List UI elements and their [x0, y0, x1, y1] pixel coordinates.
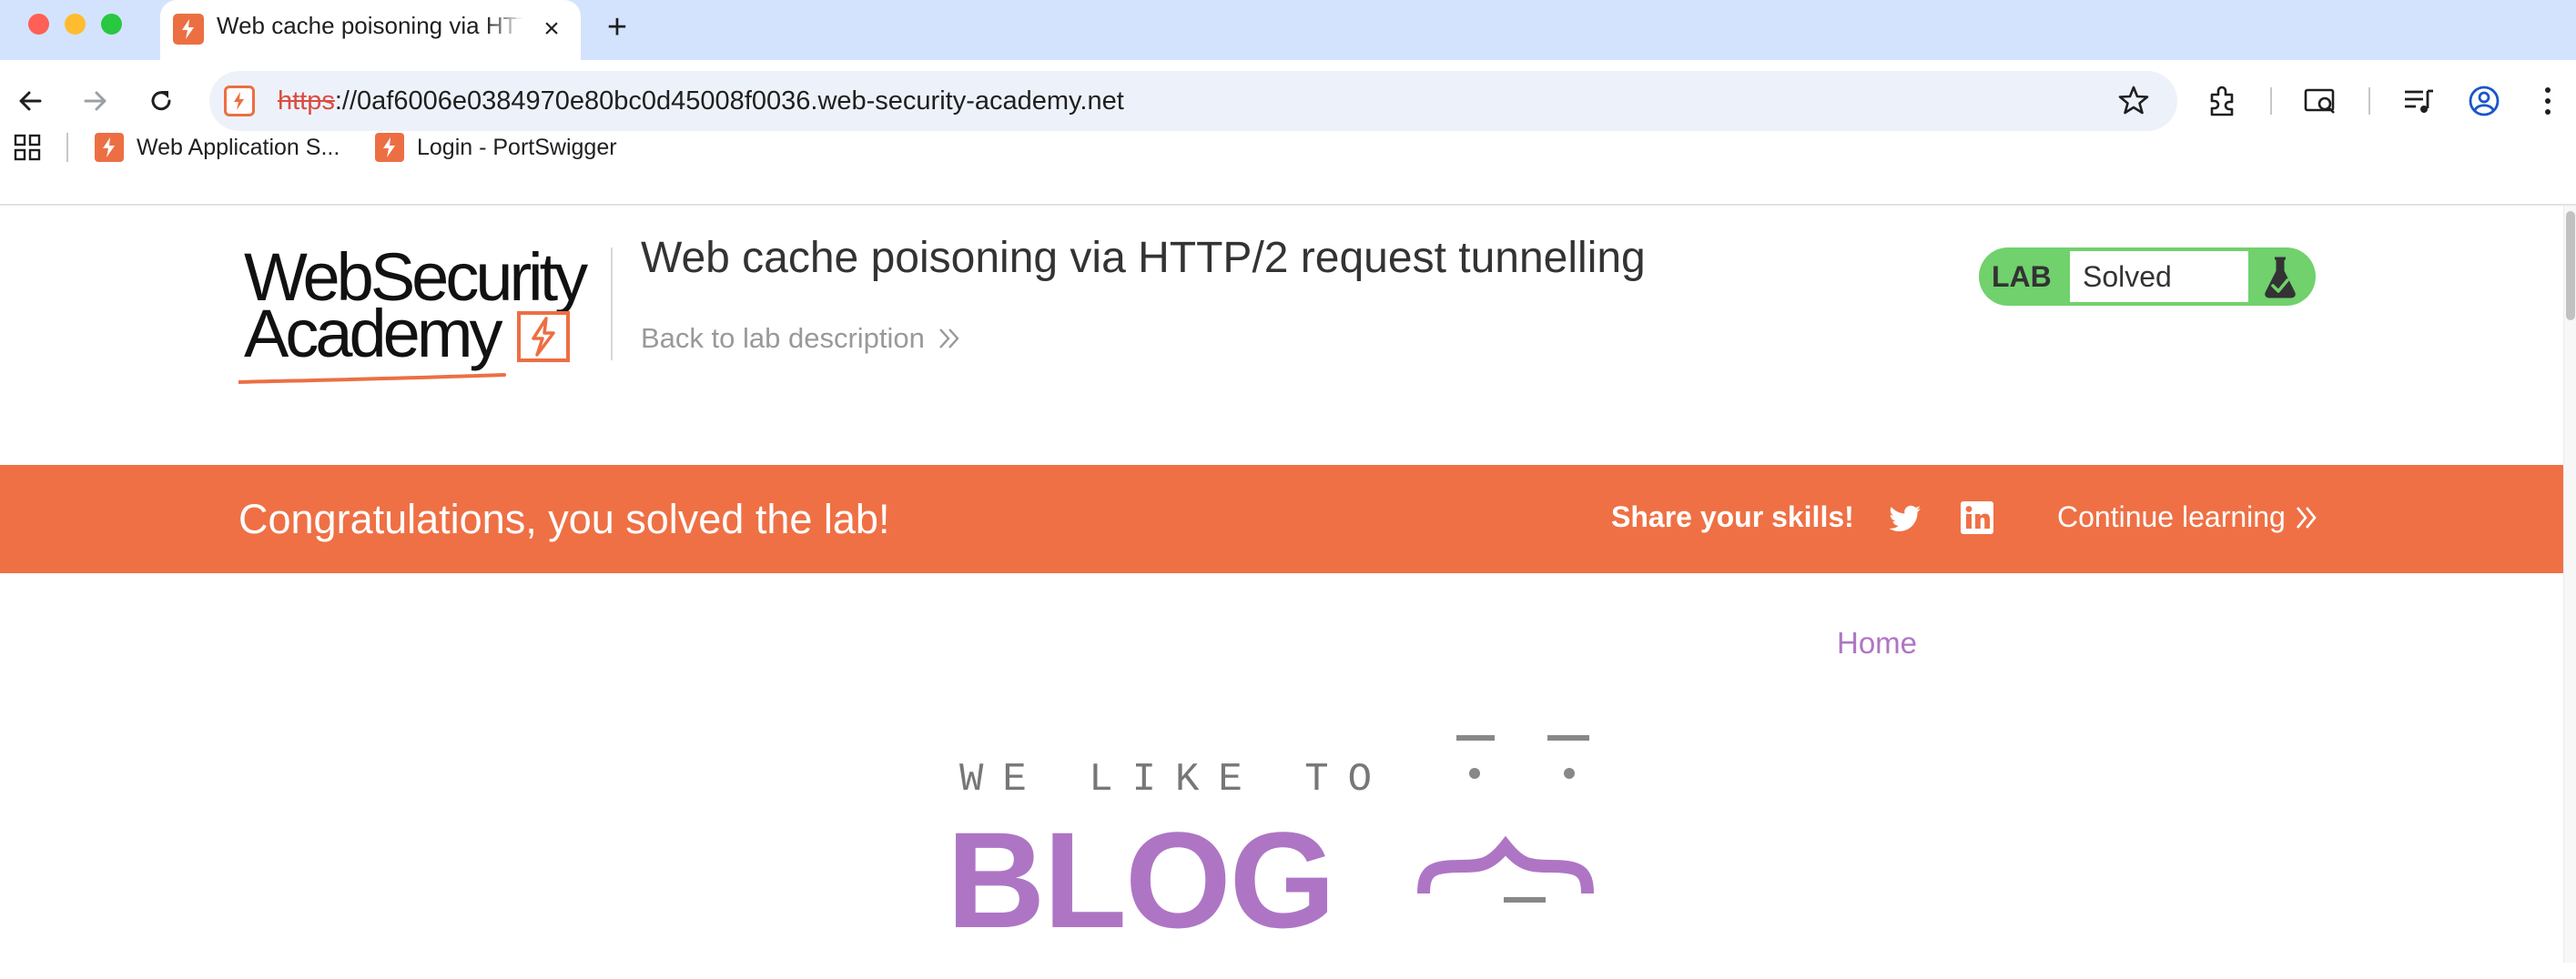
header-divider: [611, 247, 613, 360]
toolbar-divider: [2368, 87, 2370, 115]
blog-tagline: WE LIKE TO: [959, 757, 1392, 802]
web-security-academy-logo[interactable]: WebSecurity Academy: [238, 242, 612, 384]
solved-message: Congratulations, you solved the lab!: [238, 496, 890, 542]
blog-face-icon: [1417, 735, 1594, 903]
site-info-icon[interactable]: [224, 86, 255, 116]
toolbar-divider: [2270, 87, 2272, 115]
url-text[interactable]: https://0af6006e0384970e80bc0d45008f0036…: [278, 86, 1124, 116]
back-link-label: Back to lab description: [641, 322, 925, 354]
solved-banner: Congratulations, you solved the lab! Sha…: [0, 465, 2563, 573]
logo-bolt-icon: [517, 311, 570, 362]
browser-menu-icon[interactable]: [2527, 80, 2569, 122]
portswigger-favicon-icon: [375, 133, 404, 162]
window-minimize-button[interactable]: [65, 14, 86, 35]
browser-tab-active[interactable]: Web cache poisoning via HTTP/2 request t…: [160, 0, 581, 60]
reload-button[interactable]: [140, 80, 182, 122]
url-rest: ://0af6006e0384970e80bc0d45008f0036.web-…: [334, 86, 1124, 116]
window-close-button[interactable]: [28, 14, 49, 35]
linkedin-icon[interactable]: [1959, 500, 1995, 536]
double-chevron-right-icon: [2296, 506, 2317, 529]
continue-learning-label: Continue learning: [2057, 500, 2286, 533]
bookmark-login-portswigger[interactable]: Login - PortSwigger: [375, 129, 617, 166]
apps-grid-icon[interactable]: [13, 133, 42, 167]
blog-logo: WE LIKE TO BLOG: [947, 733, 1602, 979]
portswigger-favicon-icon: [173, 14, 204, 45]
page-title: Web cache poisoning via HTTP/2 request t…: [641, 234, 1646, 282]
screen-search-icon[interactable]: [2299, 80, 2341, 122]
forward-button[interactable]: [75, 80, 117, 122]
continue-learning-link[interactable]: Continue learning: [2057, 500, 2318, 534]
extensions-icon[interactable]: [2201, 80, 2243, 122]
twitter-icon[interactable]: [1886, 500, 1924, 538]
bookmarks-divider: [66, 133, 68, 162]
flask-check-icon: [2265, 257, 2296, 298]
portswigger-favicon-icon: [95, 133, 124, 162]
media-playlist-icon[interactable]: [2398, 80, 2439, 122]
double-chevron-right-icon: [939, 328, 959, 348]
back-to-lab-description-link[interactable]: Back to lab description: [641, 322, 961, 355]
tab-close-icon[interactable]: ×: [535, 13, 568, 45]
scrollbar-thumb[interactable]: [2566, 211, 2575, 320]
url-scheme: https: [278, 86, 335, 116]
arrow-right-icon: [84, 91, 106, 111]
bookmark-label: Web Application S...: [137, 134, 340, 160]
lab-status-value: Solved: [2083, 260, 2172, 293]
address-bar[interactable]: https://0af6006e0384970e80bc0d45008f0036…: [209, 71, 2177, 131]
bookmark-web-application-security[interactable]: Web Application S...: [95, 129, 340, 166]
lab-status-badge: LAB Solved: [1979, 247, 2316, 306]
lab-status-value-box: Solved: [2070, 251, 2248, 302]
browser-tabstrip: Web cache poisoning via HTTP/2 request t…: [0, 0, 2576, 60]
blog-wordmark: BLOG: [947, 803, 1335, 956]
share-skills-label: Share your skills!: [1611, 500, 1854, 533]
bookmark-label: Login - PortSwigger: [417, 134, 617, 160]
reload-icon: [151, 91, 171, 111]
tab-title: Web cache poisoning via HTTP/2 request t…: [217, 12, 522, 39]
window-maximize-button[interactable]: [101, 14, 122, 35]
lab-label: LAB: [1992, 260, 2052, 293]
page-content: WebSecurity Academy Web cache poisoning …: [0, 206, 2576, 963]
profile-avatar-icon[interactable]: [2463, 80, 2505, 122]
arrow-left-icon: [19, 91, 42, 111]
browser-toolbar: https://0af6006e0384970e80bc0d45008f0036…: [0, 60, 2576, 204]
bookmark-star-icon[interactable]: [2117, 84, 2150, 121]
back-button[interactable]: [9, 80, 51, 122]
nav-home-link[interactable]: Home: [1837, 626, 1917, 661]
new-tab-button[interactable]: +: [599, 9, 635, 45]
